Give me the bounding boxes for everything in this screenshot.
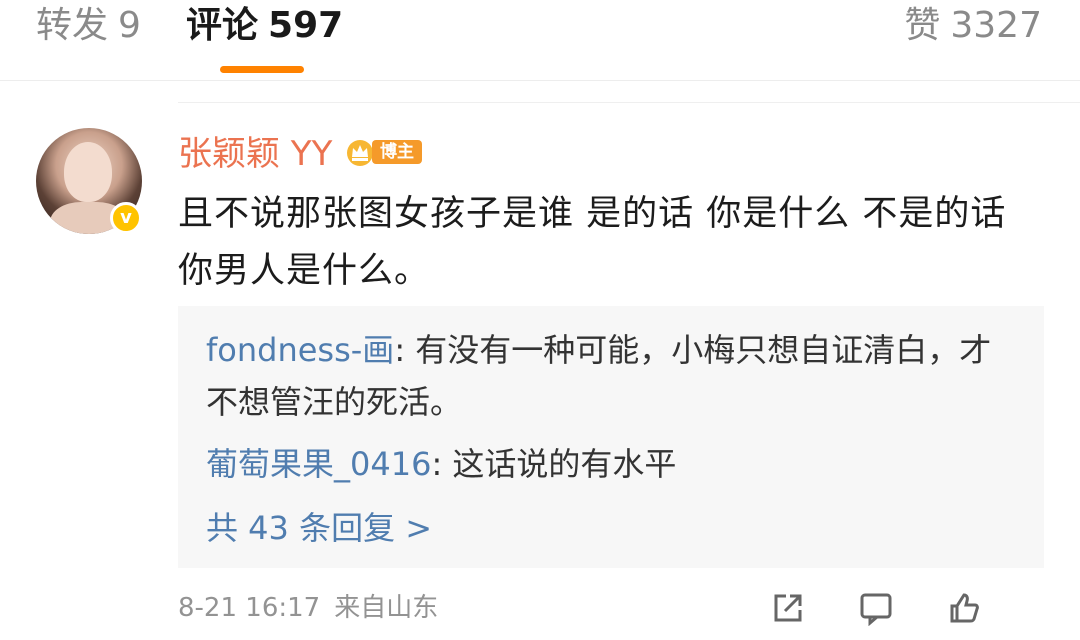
tab-comments-label: 评论	[186, 5, 259, 46]
divider	[178, 102, 1080, 103]
tab-likes[interactable]: 赞 3327	[904, 4, 1042, 48]
comment-meta: 8-21 16:17 来自山东	[178, 588, 438, 628]
reply-username[interactable]: 葡萄果果_0416	[206, 445, 431, 483]
tab-comments[interactable]: 评论 597	[186, 4, 343, 48]
comment-icon[interactable]	[858, 590, 894, 626]
like-icon[interactable]	[946, 590, 982, 626]
tab-repost-label: 转发	[36, 5, 109, 46]
comment-username[interactable]: 张颖颖 YY	[178, 134, 332, 174]
share-icon[interactable]	[770, 590, 806, 626]
reply-username[interactable]: fondness-画	[206, 331, 394, 369]
tab-repost[interactable]: 转发 9	[36, 4, 141, 48]
blogger-badge-label: 博主	[372, 140, 422, 164]
reply-text: 这话说的有水平	[452, 445, 677, 483]
tab-comments-count: 597	[268, 5, 344, 46]
comment-location: 来自山东	[334, 593, 439, 623]
reply-preview-box[interactable]: fondness-画: 有没有一种可能，小梅只想自证清白，才不想管汪的死活。 葡…	[178, 306, 1044, 568]
more-replies-link[interactable]: 共 43 条回复 >	[206, 502, 432, 554]
tab-likes-count: 3327	[950, 5, 1042, 46]
tab-bar: 转发 9 评论 597 赞 3327	[0, 0, 1080, 81]
tab-repost-count: 9	[118, 5, 141, 46]
reply-item[interactable]: 葡萄果果_0416: 这话说的有水平	[206, 438, 996, 490]
tab-likes-label: 赞	[904, 5, 941, 46]
verified-icon: v	[110, 202, 142, 234]
comment-text: 且不说那张图女孩子是谁 是的话 你是什么 不是的话 你男人是什么。	[178, 194, 1007, 291]
active-tab-indicator	[220, 66, 304, 73]
reply-item[interactable]: fondness-画: 有没有一种可能，小梅只想自证清白，才不想管汪的死活。	[206, 324, 996, 428]
blogger-badge: 博主	[344, 136, 422, 168]
comment-date: 8-21 16:17	[178, 593, 321, 623]
